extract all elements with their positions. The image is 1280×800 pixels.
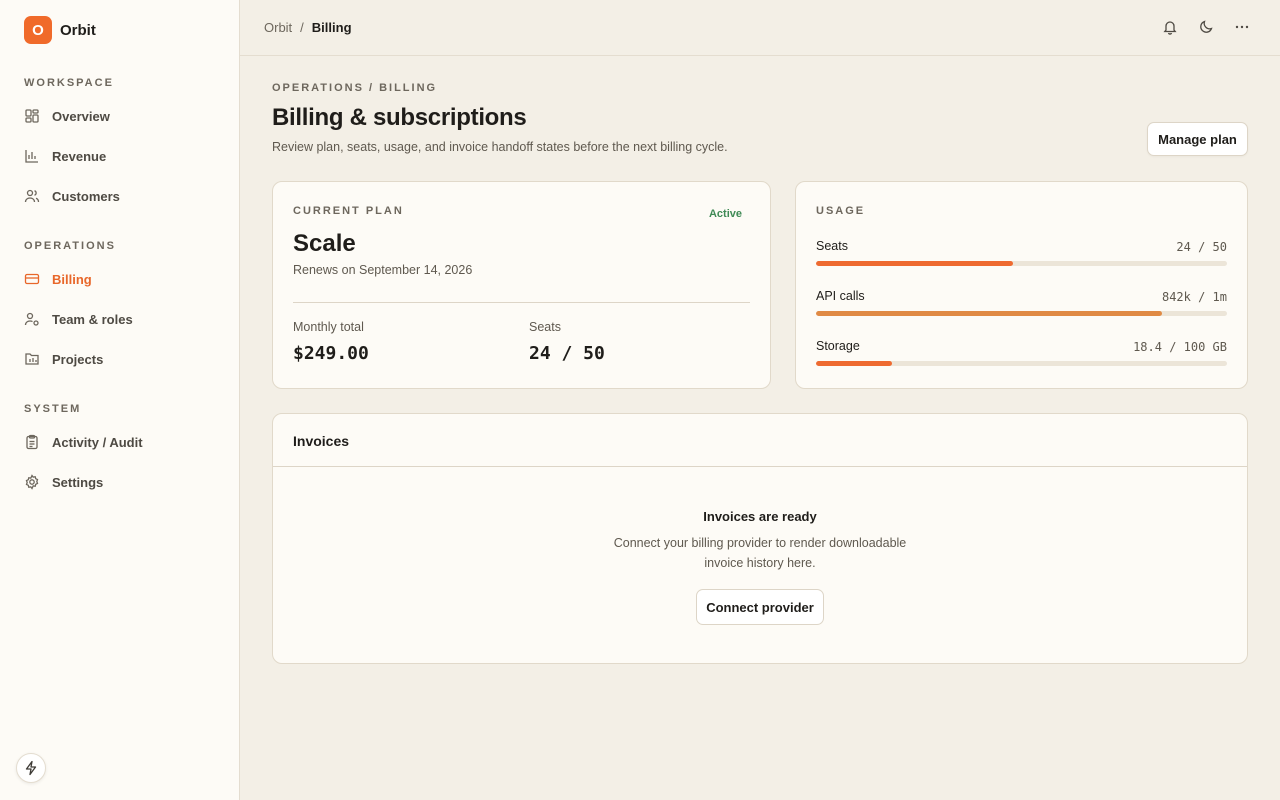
card-heading: USAGE <box>816 205 866 217</box>
usage-bar-fill <box>816 361 892 366</box>
usage-bar-track <box>816 361 1227 366</box>
breadcrumb: Orbit / Billing <box>264 20 352 35</box>
usage-bar-track <box>816 311 1227 316</box>
sidebar-item-label: Billing <box>52 271 92 287</box>
sidebar-item-team-roles[interactable]: Team & roles <box>24 299 223 339</box>
plan-name: Scale <box>293 230 356 257</box>
nav-section-system: SYSTEM Activity / Audit Settings <box>24 403 223 502</box>
page-title: Billing & subscriptions <box>272 104 527 131</box>
current-plan-card: CURRENT PLAN Active Scale Renews on Sept… <box>272 181 771 389</box>
sidebar-item-billing[interactable]: Billing <box>24 259 223 299</box>
invoices-title: Invoices <box>293 433 350 449</box>
usage-row-storage: Storage 18.4 / 100 GB <box>816 339 1227 369</box>
sidebar-item-revenue[interactable]: Revenue <box>24 136 223 176</box>
bell-icon[interactable] <box>1162 19 1178 35</box>
usage-amount: 842k / 1m <box>1161 290 1227 304</box>
connect-provider-button[interactable]: Connect provider <box>696 589 824 625</box>
invoices-header: Invoices <box>273 414 1247 467</box>
sidebar-item-label: Customers <box>52 188 120 204</box>
usage-bar-fill <box>816 261 1014 266</box>
brand-logo: O <box>24 16 52 44</box>
sidebar-item-customers[interactable]: Customers <box>24 176 223 216</box>
usage-bar-fill <box>816 311 1163 316</box>
page-description: Review plan, seats, usage, and invoice h… <box>272 140 728 154</box>
brand[interactable]: O Orbit <box>24 16 96 44</box>
more-icon[interactable] <box>1234 19 1250 35</box>
brand-name: Orbit <box>60 21 96 39</box>
nav-section-operations: OPERATIONS Billing Team & roles Projects <box>24 240 223 379</box>
monthly-total-value: $249.00 <box>293 343 369 364</box>
topbar-actions <box>1162 19 1250 35</box>
nav-heading: SYSTEM <box>24 403 82 415</box>
monthly-total-label: Monthly total <box>293 320 364 334</box>
usage-row-seats: Seats 24 / 50 <box>816 239 1227 269</box>
sidebar-item-label: Activity / Audit <box>52 434 143 450</box>
credit-card-icon <box>24 271 40 287</box>
nav-heading: WORKSPACE <box>24 77 114 89</box>
sidebar-item-overview[interactable]: Overview <box>24 96 223 136</box>
usage-amount: 24 / 50 <box>1176 240 1227 254</box>
sidebar-item-label: Projects <box>52 351 104 367</box>
overview-icon <box>24 108 40 124</box>
quick-action-button[interactable] <box>16 753 46 783</box>
sidebar-item-settings[interactable]: Settings <box>24 462 223 502</box>
bar-chart-icon <box>24 148 40 164</box>
seats-label: Seats <box>529 320 561 334</box>
card-heading: CURRENT PLAN <box>293 205 404 217</box>
invoices-card: Invoices Invoices are ready Connect your… <box>272 413 1248 664</box>
sidebar-item-label: Revenue <box>52 148 107 164</box>
status-badge: Active <box>708 208 742 220</box>
gear-icon <box>24 474 40 490</box>
seats-value: 24 / 50 <box>529 343 605 364</box>
nav-heading: OPERATIONS <box>24 240 116 252</box>
users-icon <box>24 188 40 204</box>
plan-renewal-date: Renews on September 14, 2026 <box>293 263 473 277</box>
invoices-empty-state: Invoices are ready Connect your billing … <box>273 509 1247 625</box>
usage-amount: 18.4 / 100 GB <box>1133 340 1227 354</box>
sidebar-item-label: Overview <box>52 108 110 124</box>
breadcrumb-separator: / <box>300 20 304 35</box>
user-cog-icon <box>24 311 40 327</box>
usage-name: Storage <box>816 339 860 353</box>
sidebar-item-label: Team & roles <box>52 311 133 327</box>
nav-section-workspace: WORKSPACE Overview Revenue Customers <box>24 77 223 216</box>
usage-bar-track <box>816 261 1227 266</box>
clipboard-icon <box>24 434 40 450</box>
sidebar-item-activity-audit[interactable]: Activity / Audit <box>24 422 223 462</box>
usage-row-api-calls: API calls 842k / 1m <box>816 289 1227 319</box>
sidebar-item-label: Settings <box>52 474 104 490</box>
sidebar-item-projects[interactable]: Projects <box>24 339 223 379</box>
divider <box>293 302 750 303</box>
breadcrumb-current: Billing <box>311 20 352 35</box>
breadcrumb-root[interactable]: Orbit <box>264 20 292 35</box>
manage-plan-button[interactable]: Manage plan <box>1147 122 1248 156</box>
empty-state-description: Connect your billing provider to render … <box>613 536 907 570</box>
usage-card: USAGE Seats 24 / 50 API calls 842k / 1m … <box>795 181 1248 389</box>
usage-name: Seats <box>816 239 848 253</box>
page-eyebrow: OPERATIONS / BILLING <box>272 82 438 94</box>
projects-icon <box>24 351 40 367</box>
moon-icon[interactable] <box>1198 19 1214 35</box>
empty-state-title: Invoices are ready <box>703 509 817 524</box>
sidebar: O Orbit WORKSPACE Overview Revenue Custo… <box>0 0 240 800</box>
topbar: Orbit / Billing <box>240 0 1280 56</box>
usage-name: API calls <box>816 289 865 303</box>
lightning-icon <box>23 760 39 776</box>
